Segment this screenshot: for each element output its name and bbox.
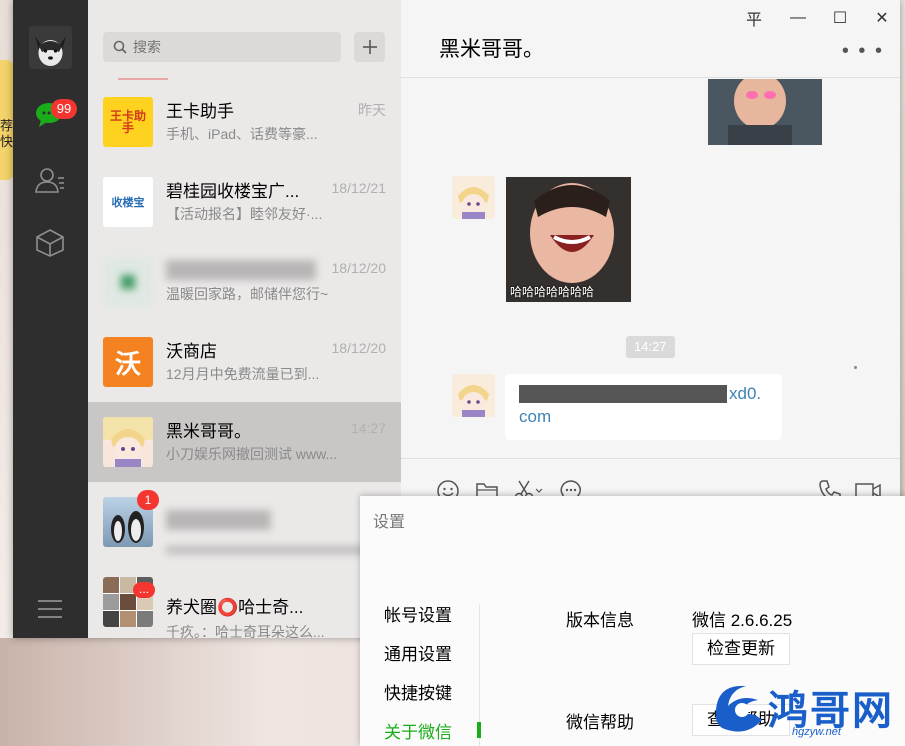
version-value: 微信 2.6.6.25 — [692, 611, 793, 630]
conversation-title: 黑米哥哥。 — [439, 38, 544, 61]
help-label: 微信帮助 — [566, 713, 634, 732]
chat-preview: 温暖回家路，邮储伴您行~ — [166, 286, 329, 302]
search-input[interactable] — [133, 32, 333, 62]
anime-avatar-image — [452, 374, 495, 417]
chat-preview: 千疚。：哈士奇耳朵这么... — [166, 624, 325, 638]
scroll-dot — [854, 366, 857, 369]
plus-icon — [362, 40, 377, 54]
chat-item-husky-group[interactable]: ... 养犬圈⭕哈士奇... 14 千疚。：哈士奇耳朵这么... — [88, 562, 401, 638]
search-icon — [113, 40, 127, 59]
link-text-line2: com — [519, 407, 552, 426]
pin-window-button[interactable]: 平 — [740, 7, 768, 29]
minimize-button[interactable]: — — [784, 7, 812, 29]
menu-nav-icon[interactable] — [33, 592, 67, 626]
watermark-url: hgzyw.net — [792, 726, 841, 738]
contact-avatar[interactable] — [452, 176, 495, 219]
chat-time: 14:27 — [350, 420, 386, 436]
link-message-bubble[interactable]: xd0. com — [505, 374, 782, 440]
contact-avatar[interactable] — [452, 374, 495, 417]
chat-name: 沃商店 — [166, 342, 217, 361]
chat-time: 昨天 — [358, 102, 386, 118]
avatar-logo-text: 王卡助手 — [109, 109, 146, 135]
message-timestamp: 14:27 — [626, 336, 675, 358]
nav-sidebar: 99 — [13, 0, 88, 638]
avatar-logo-text: 沃 — [114, 348, 141, 379]
version-label: 版本信息 — [566, 611, 634, 630]
unread-badge: ... — [133, 582, 155, 598]
chat-preview: 【活动报名】睦邻友好·... — [166, 206, 323, 222]
chat-preview: 小刀娱乐网撤回测试 www... — [166, 446, 338, 462]
husky-avatar-image — [29, 26, 72, 69]
chat-preview: 手机、iPad、话费等豪... — [166, 126, 318, 142]
chat-avatar-wangka: 王卡助手 — [103, 97, 153, 147]
chat-name-censored — [166, 260, 316, 280]
close-button[interactable]: ✕ — [868, 7, 896, 29]
contacts-nav-icon[interactable] — [33, 163, 67, 197]
chat-avatar-woshop: 沃 — [103, 337, 153, 387]
chat-time: 18/12/20 — [331, 260, 387, 276]
chat-name: 王卡助手 — [166, 102, 234, 121]
link-text-suffix: xd0. — [729, 384, 762, 403]
add-button[interactable] — [354, 32, 385, 62]
watermark-logo-icon — [715, 685, 762, 732]
chat-item-woshop[interactable]: 沃 沃商店 18/12/20 12月月中免费流量已到... — [88, 322, 401, 402]
sticker-caption: 哈哈哈哈哈哈哈 — [510, 285, 595, 299]
chat-avatar-heimi — [103, 417, 153, 467]
chat-item-penguin-group[interactable]: 1 14 — [88, 482, 401, 562]
check-update-button[interactable]: 检查更新 — [692, 633, 790, 665]
avatar-logo-text: 收楼宝 — [111, 197, 145, 209]
chat-preview: 12月月中免费流量已到... — [166, 366, 320, 382]
chat-item-heimi[interactable]: 黑米哥哥。 14:27 小刀娱乐网撤回测试 www... — [88, 402, 401, 482]
favorites-nav-icon[interactable] — [33, 226, 67, 260]
chat-name: 碧桂园收楼宝广... — [166, 182, 300, 201]
chat-avatar-biguiyuan: 收楼宝 — [103, 177, 153, 227]
chat-name: 养犬圈⭕哈士奇... — [166, 598, 304, 617]
desktop-icon-label: 荐 快 — [0, 118, 14, 149]
settings-nav-about[interactable]: 关于微信 — [384, 718, 452, 743]
unread-count-badge: 99 — [51, 99, 77, 119]
settings-nav-account[interactable]: 帐号设置 — [384, 601, 452, 626]
child-photo-image — [708, 79, 822, 145]
conversation-list: 王卡助手 王卡助手 昨天 手机、iPad、话费等豪... 收楼宝 碧桂园收楼宝广… — [88, 0, 401, 638]
list-top-marker — [118, 78, 168, 80]
site-watermark: 鸿哥网 hgzyw.net — [706, 672, 905, 746]
redaction-bar — [519, 385, 727, 403]
received-sticker-message[interactable]: 哈哈哈哈哈哈哈 — [506, 177, 631, 302]
chat-name: 黑米哥哥。 — [166, 422, 251, 441]
chat-time: 18/12/21 — [331, 180, 387, 196]
hamburger-menu-icon — [38, 600, 62, 618]
chat-item-biguiyuan[interactable]: 收楼宝 碧桂园收楼宝广... 18/12/21 【活动报名】睦邻友好·... — [88, 162, 401, 242]
chat-name-censored — [166, 510, 271, 530]
chat-item-wangka[interactable]: 王卡助手 王卡助手 昨天 手机、iPad、话费等豪... — [88, 82, 401, 162]
settings-nav-general[interactable]: 通用设置 — [384, 640, 452, 665]
maximize-button[interactable]: ☐ — [826, 7, 854, 29]
chat-time: 18/12/20 — [331, 340, 387, 356]
chat-item-postal[interactable]: 18/12/20 温暖回家路，邮储伴您行~ — [88, 242, 401, 322]
unread-badge: 1 — [137, 490, 159, 510]
settings-nav-shortcuts[interactable]: 快捷按键 — [384, 679, 452, 704]
settings-title: 设置 — [373, 514, 406, 531]
chat-avatar-censored — [103, 257, 153, 307]
contacts-icon — [35, 168, 64, 193]
anime-avatar-image — [452, 176, 495, 219]
more-options-icon[interactable]: • • • — [842, 41, 884, 61]
user-avatar[interactable] — [29, 26, 72, 69]
active-nav-indicator — [477, 722, 481, 738]
anime-avatar-image — [111, 429, 145, 467]
link-text-line1: xd0. — [519, 382, 768, 405]
sent-image-message[interactable] — [708, 79, 822, 145]
search-box[interactable] — [103, 32, 341, 62]
cube-icon — [36, 229, 64, 257]
chat-preview-censored — [166, 546, 376, 554]
